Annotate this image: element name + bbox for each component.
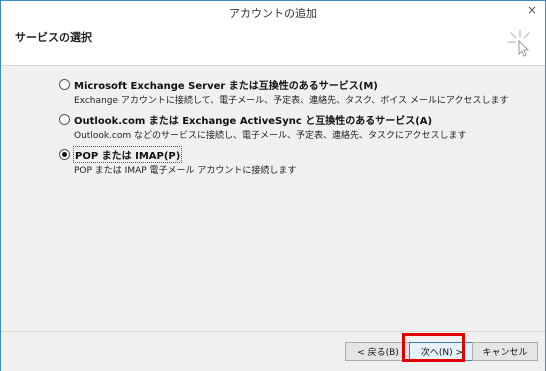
option-pop-imap-label[interactable]: POP または IMAP(P) [72,146,183,163]
option-exchange-label[interactable]: Microsoft Exchange Server または互換性のあるサービス(… [74,77,378,92]
header-title: サービスの選択 [15,31,92,44]
title-bar: アカウントの追加 × [1,1,545,23]
dialog-header: サービスの選択 [1,23,545,66]
option-pop-imap-description: POP または IMAP 電子メール アカウントに接続します [74,166,297,176]
radio-pop-imap[interactable] [59,149,70,160]
wizard-sparkle-icon [507,29,530,57]
option-outlook-com-label[interactable]: Outlook.com または Exchange ActiveSync と互換性… [74,112,432,127]
radio-outlook-com[interactable] [59,114,70,125]
radio-exchange[interactable] [59,79,70,90]
cancel-button[interactable]: キャンセル [472,342,538,361]
service-options: Microsoft Exchange Server または互換性のあるサービス(… [1,66,545,331]
add-account-dialog: アカウントの追加 × サービスの選択 Microsoft Exchange Se… [0,0,546,371]
next-button-highlight [402,333,465,362]
option-exchange-description: Exchange アカウントに接続して、電子メール、予定表、連絡先、タスク、ボイ… [74,96,509,106]
window-title: アカウントの追加 [229,7,317,20]
option-outlook-com-description: Outlook.com などのサービスに接続し、電子メール、予定表、連絡先、タス… [74,131,467,141]
close-icon[interactable]: × [519,1,545,19]
